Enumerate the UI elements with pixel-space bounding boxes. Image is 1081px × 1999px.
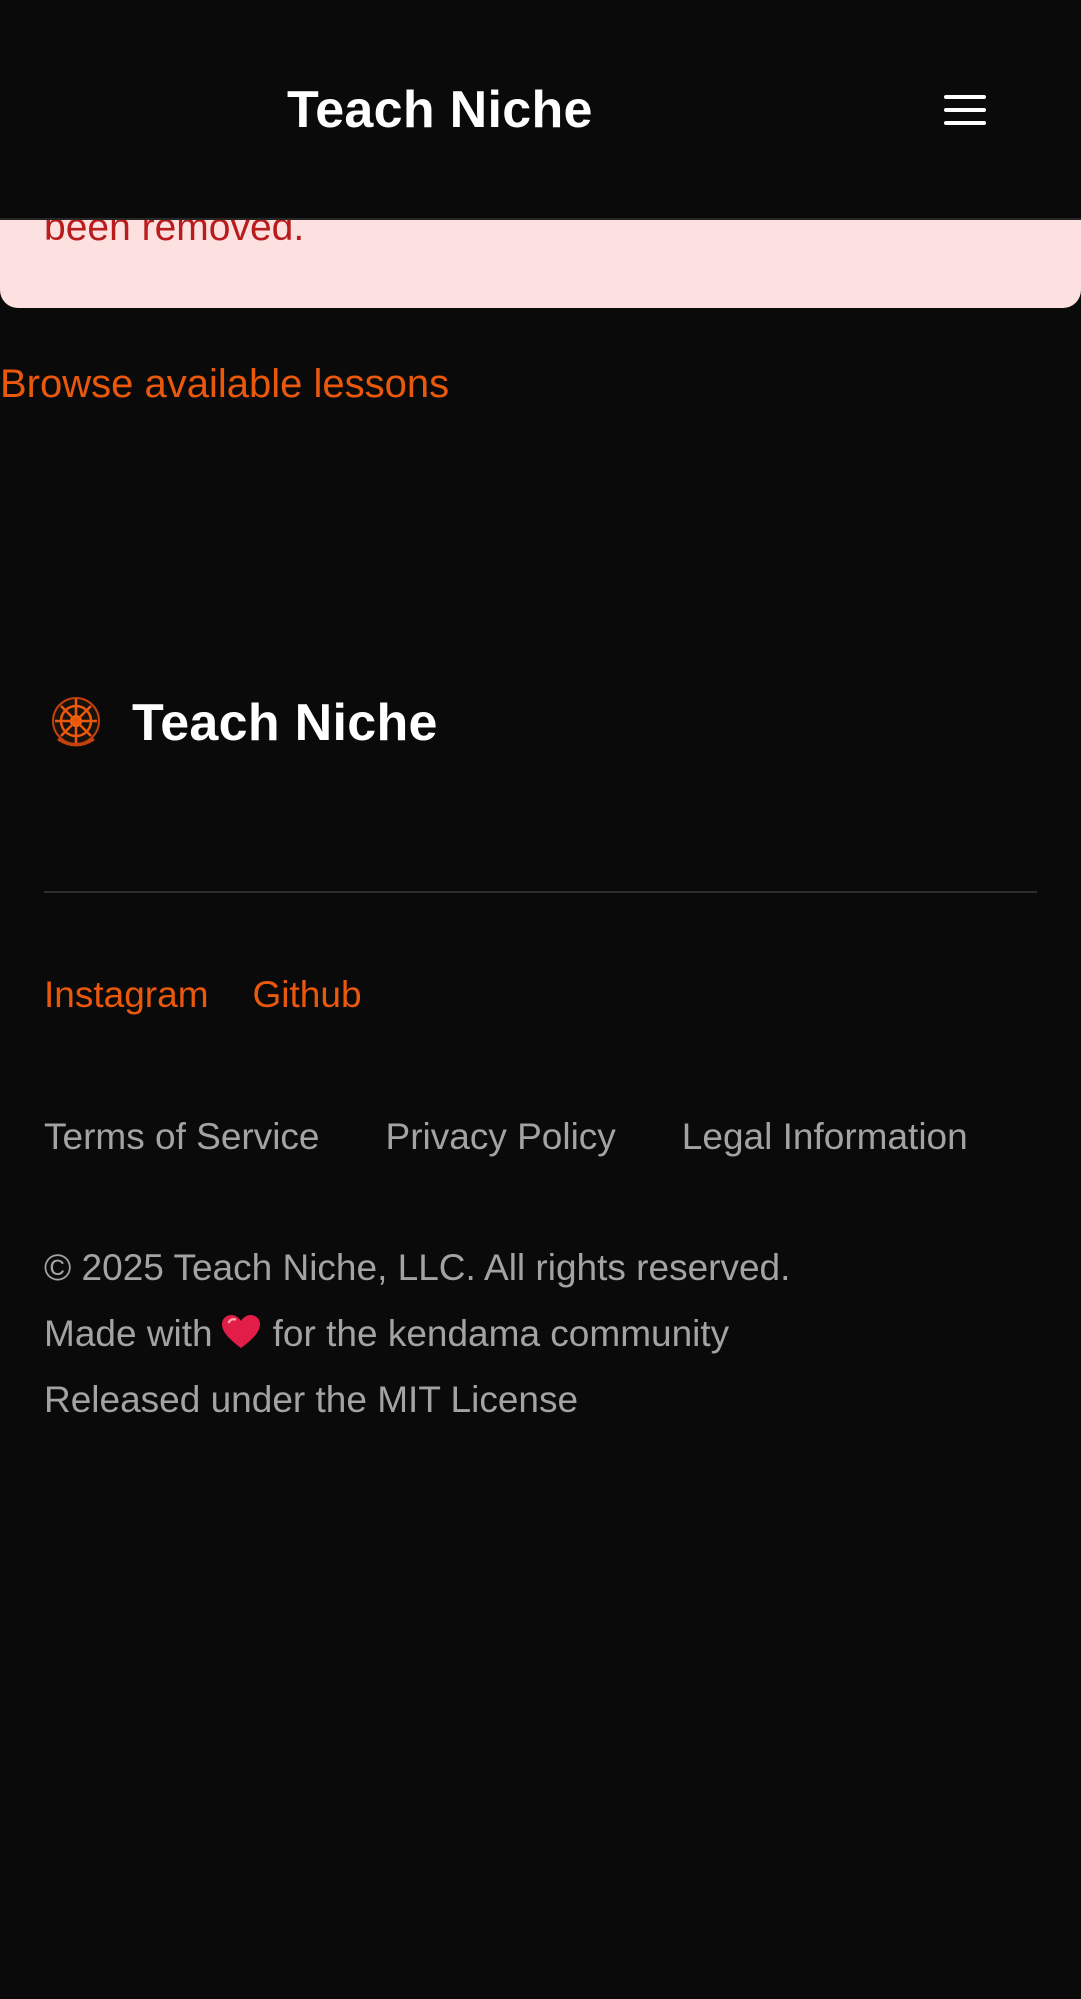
hamburger-menu-icon (925, 93, 1005, 127)
terms-of-service-link[interactable]: Terms of Service (44, 1114, 320, 1160)
made-with-prefix: Made with (44, 1313, 213, 1354)
legal-information-link[interactable]: Legal Information (682, 1114, 968, 1160)
social-links: Instagram Github (44, 972, 362, 1018)
copyright-text: © 2025 Teach Niche, LLC. All rights rese… (44, 1247, 791, 1288)
license-text: Released under the MIT License (44, 1379, 579, 1420)
browse-lessons-link[interactable]: Browse available lessons (0, 358, 449, 410)
footer-title: Teach Niche (132, 694, 438, 752)
made-with-line: Made with for the kendama community (44, 1311, 729, 1361)
instagram-link[interactable]: Instagram (44, 972, 209, 1018)
legal-links: Terms of Service Privacy Policy Legal In… (44, 1114, 968, 1160)
github-link[interactable]: Github (253, 972, 362, 1018)
red-heart-icon (221, 1314, 261, 1361)
footer-brand[interactable]: Teach Niche (44, 688, 438, 758)
privacy-policy-link[interactable]: Privacy Policy (386, 1114, 616, 1160)
site-header: Teach Niche (0, 0, 1081, 220)
made-with-suffix: for the kendama community (272, 1313, 730, 1354)
site-title[interactable]: Teach Niche (287, 78, 593, 142)
footer-divider (44, 891, 1037, 893)
teach-niche-logo-icon (44, 691, 108, 755)
menu-button[interactable] (925, 80, 1005, 140)
